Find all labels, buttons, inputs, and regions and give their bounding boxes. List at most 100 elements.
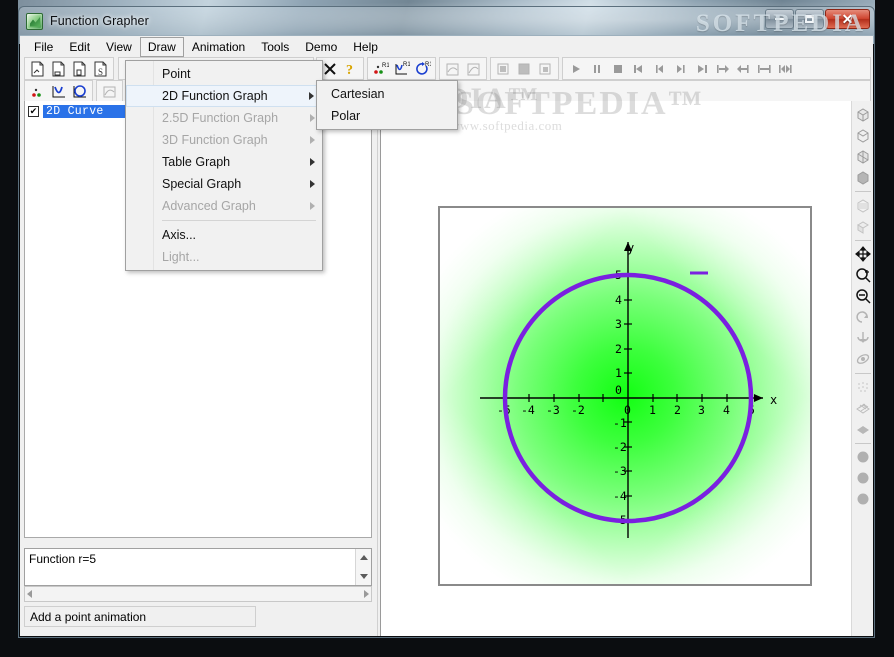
point-icon[interactable] xyxy=(27,81,48,102)
surface-animation-icon[interactable] xyxy=(442,58,463,79)
shade-animation-icon[interactable] xyxy=(463,58,484,79)
menu-item-point[interactable]: Point xyxy=(126,63,322,85)
mesh-plane-icon[interactable] xyxy=(853,398,873,418)
menu-edit[interactable]: Edit xyxy=(61,37,98,57)
curve-animation-icon[interactable]: R1 xyxy=(391,58,412,79)
submenu-item-cartesian[interactable]: Cartesian xyxy=(317,83,457,105)
surface-icon[interactable] xyxy=(99,81,120,102)
function-vertical-scrollbar[interactable] xyxy=(355,549,371,585)
menu-file[interactable]: File xyxy=(26,37,61,57)
menu-demo[interactable]: Demo xyxy=(297,37,345,57)
2d-function-graph-submenu[interactable]: Cartesian Polar xyxy=(316,80,458,130)
cube-split-icon[interactable] xyxy=(853,146,873,166)
scroll-right-arrow[interactable] xyxy=(364,590,369,598)
dots-plane-icon[interactable] xyxy=(853,377,873,397)
chevron-right-icon xyxy=(310,136,315,144)
minimize-button[interactable] xyxy=(765,9,794,29)
solid-plane-icon[interactable] xyxy=(853,419,873,439)
graph-plot: -5 -4 -3 -2 0 1 2 3 4 5 5 4 3 2 1 0 -1 -… xyxy=(480,241,777,538)
zoom-in-icon[interactable] xyxy=(853,265,873,285)
open-box-icon[interactable] xyxy=(853,216,873,236)
cube-view-icon[interactable] xyxy=(853,125,873,145)
checkbox-icon[interactable] xyxy=(28,105,39,117)
next-frame-icon[interactable] xyxy=(670,58,691,79)
close-icon: ✕ xyxy=(841,11,854,27)
draw-dropdown-menu[interactable]: Point 2D Function Graph 2.5D Function Gr… xyxy=(125,60,323,271)
close-button[interactable]: ✕ xyxy=(825,9,870,29)
function-text-area[interactable]: Function r=5 xyxy=(24,548,372,586)
menu-tools[interactable]: Tools xyxy=(253,37,297,57)
status-text: Add a point animation xyxy=(30,609,147,624)
solid-hex-icon[interactable] xyxy=(853,167,873,187)
svg-text:1: 1 xyxy=(649,403,656,417)
point-animation-icon[interactable]: R1 xyxy=(370,58,391,79)
svg-text:-4: -4 xyxy=(521,403,535,417)
graph-canvas[interactable]: -5 -4 -3 -2 0 1 2 3 4 5 5 4 3 2 1 0 -1 -… xyxy=(438,206,812,586)
first-frame-icon[interactable] xyxy=(628,58,649,79)
menu-item-special-graph[interactable]: Special Graph xyxy=(126,173,322,195)
menu-separator xyxy=(162,220,316,221)
solid-wire-animation-icon[interactable] xyxy=(535,58,556,79)
help-question-icon[interactable]: ? xyxy=(340,58,361,79)
curve-2d-icon[interactable] xyxy=(48,81,69,102)
submenu-item-polar[interactable]: Polar xyxy=(317,105,457,127)
submenu-item-label: Cartesian xyxy=(331,87,385,101)
pause-icon[interactable] xyxy=(586,58,607,79)
sphere-1-icon[interactable] xyxy=(853,447,873,467)
maximize-button[interactable] xyxy=(795,9,824,29)
menu-view[interactable]: View xyxy=(98,37,140,57)
graph-pane[interactable]: -5 -4 -3 -2 0 1 2 3 4 5 5 4 3 2 1 0 -1 -… xyxy=(380,101,855,636)
menu-help[interactable]: Help xyxy=(345,37,386,57)
svg-text:3: 3 xyxy=(615,317,622,331)
scroll-left-arrow[interactable] xyxy=(27,590,32,598)
zoom-out-icon[interactable] xyxy=(853,286,873,306)
menu-item-label: 2.5D Function Graph xyxy=(162,111,279,125)
reverse-loop-icon[interactable] xyxy=(775,58,796,79)
svg-text:-4: -4 xyxy=(613,489,627,503)
menu-item-2d-function-graph[interactable]: 2D Function Graph xyxy=(126,85,322,107)
box-view-icon[interactable] xyxy=(853,104,873,124)
stop-icon[interactable] xyxy=(607,58,628,79)
chevron-right-icon xyxy=(310,158,315,166)
copy-file-icon[interactable] xyxy=(69,58,90,79)
sphere-3-icon[interactable] xyxy=(853,489,873,509)
play-icon[interactable] xyxy=(565,58,586,79)
file-toolbar-group: S xyxy=(24,57,114,80)
scroll-up-arrow[interactable] xyxy=(356,549,371,566)
last-frame-icon[interactable] xyxy=(691,58,712,79)
textured-box-icon[interactable] xyxy=(853,195,873,215)
new-file-icon[interactable] xyxy=(27,58,48,79)
solid-fill-animation-icon[interactable] xyxy=(514,58,535,79)
scroll-down-arrow[interactable] xyxy=(356,568,371,585)
svg-text:2: 2 xyxy=(615,342,622,356)
function-horizontal-scrollbar[interactable] xyxy=(24,586,372,602)
window-controls: ✕ xyxy=(764,9,870,29)
toolbar-separator xyxy=(854,240,871,241)
menu-item-label: Axis... xyxy=(162,228,197,242)
rotation-animation-icon[interactable]: R1 xyxy=(412,58,433,79)
sphere-2-icon[interactable] xyxy=(853,468,873,488)
menu-draw[interactable]: Draw xyxy=(139,36,184,57)
undo-rotate-icon[interactable] xyxy=(853,307,873,327)
menu-item-axis[interactable]: Axis... xyxy=(126,224,322,246)
rotate-3d-icon[interactable] xyxy=(853,349,873,369)
solid-animation-icon[interactable] xyxy=(493,58,514,79)
menu-item-25d-function-graph: 2.5D Function Graph xyxy=(126,107,322,129)
menu-item-table-graph[interactable]: Table Graph xyxy=(126,151,322,173)
prev-frame-icon[interactable] xyxy=(649,58,670,79)
open-file-icon[interactable] xyxy=(48,58,69,79)
rotate-left-icon[interactable] xyxy=(853,328,873,348)
menu-item-label: Light... xyxy=(162,250,200,264)
step-right-icon[interactable] xyxy=(712,58,733,79)
chevron-right-icon xyxy=(310,180,315,188)
playback-toolbar-group xyxy=(562,57,871,80)
chevron-right-icon xyxy=(310,114,315,122)
step-left-icon[interactable] xyxy=(733,58,754,79)
move-icon[interactable] xyxy=(853,244,873,264)
menu-item-label: 2D Function Graph xyxy=(162,89,268,103)
circle-2d-icon[interactable] xyxy=(69,81,90,102)
draw-toolbar-group xyxy=(24,80,93,103)
save-file-icon[interactable]: S xyxy=(90,58,111,79)
menu-animation[interactable]: Animation xyxy=(184,37,253,57)
loop-icon[interactable] xyxy=(754,58,775,79)
